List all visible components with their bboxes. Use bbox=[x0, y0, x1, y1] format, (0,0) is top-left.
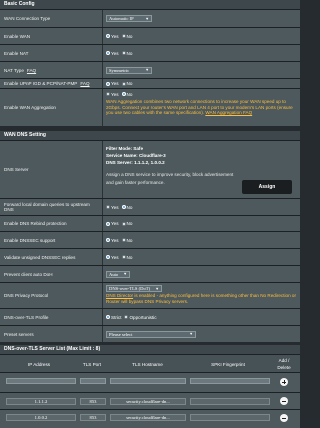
wan-aggregation-no-radio[interactable] bbox=[121, 92, 126, 96]
enable-nat-no-radio[interactable] bbox=[121, 51, 126, 55]
server-port-cell: 853 bbox=[80, 398, 106, 405]
upnp-faq-link[interactable]: FAQ bbox=[80, 81, 89, 86]
dns-server-label: DNS Server bbox=[4, 167, 29, 172]
server-hostname-cell: security.cloudflare-dn... bbox=[110, 414, 186, 421]
dot-profile-strict-radio[interactable] bbox=[106, 315, 110, 319]
dot-profile-label: DNS-over-TLS Profile bbox=[4, 314, 49, 320]
basic-config-header: Basic Config bbox=[0, 0, 300, 9]
forward-local-row: Forward local domain queries to upstream… bbox=[0, 198, 300, 215]
server-ip-cell: 1.0.0.2 bbox=[6, 414, 76, 421]
dnssec-yes-radio[interactable] bbox=[106, 238, 110, 242]
validate-dnssec-label: Validate unsigned DNSSEC replies bbox=[4, 254, 76, 260]
nat-type-label: NAT Type FAQ bbox=[4, 67, 37, 73]
ip-address-input[interactable] bbox=[6, 378, 76, 384]
server-spki-cell bbox=[190, 414, 270, 421]
tls-hostname-input[interactable] bbox=[110, 378, 186, 384]
server-add-row bbox=[0, 372, 300, 392]
enable-nat-yes-radio[interactable] bbox=[106, 51, 110, 55]
dnssec-no-radio[interactable] bbox=[121, 238, 126, 242]
wan-settings-page: Basic Config WAN Connection Type Automat… bbox=[0, 0, 300, 428]
server-ip-cell: 1.1.1.2 bbox=[6, 398, 76, 405]
prevent-doh-row: Prevent client auto DoH Auto ▼ bbox=[0, 265, 300, 282]
server-hostname-cell: security.cloudflare-dn... bbox=[110, 398, 186, 405]
upnp-no-radio[interactable] bbox=[121, 81, 126, 86]
enable-nat-label: Enable NAT bbox=[4, 50, 29, 56]
chevron-down-icon: ▼ bbox=[145, 16, 149, 21]
wan-connection-type-select[interactable]: Automatic IP ▼ bbox=[106, 15, 152, 22]
rebind-row: Enable DNS Rebind protection Yes No bbox=[0, 215, 300, 231]
chevron-down-icon: ▼ bbox=[189, 332, 193, 336]
dns-server-text: DNS Server: 1.1.1.2, 1.0.0.2 bbox=[106, 160, 165, 165]
enable-wan-label: Enable WAN bbox=[4, 33, 31, 39]
upnp-label: Enable UPnP IGD & PCP/NAT-PMP FAQ bbox=[4, 81, 90, 86]
wan-aggregation-note: WAN Aggregation combines two network con… bbox=[106, 99, 293, 116]
delete-server-icon[interactable] bbox=[280, 414, 288, 422]
filter-mode-text: Filter Mode: Safe bbox=[106, 146, 144, 151]
dns-server-row: DNS Server Filter Mode: Safe Service Nam… bbox=[0, 140, 300, 198]
wan-connection-type-label: WAN Connection Type bbox=[4, 16, 51, 21]
forward-local-no-radio[interactable] bbox=[121, 205, 126, 209]
enable-nat-row: Enable NAT Yes No bbox=[0, 44, 300, 61]
upnp-yes-radio[interactable] bbox=[106, 81, 110, 86]
enable-wan-yes-radio[interactable] bbox=[106, 34, 110, 38]
col-tls-port: TLS Port bbox=[82, 362, 102, 367]
col-add-delete: Add / Delete bbox=[277, 358, 291, 370]
service-name-text: Service Name: Cloudflare-3 bbox=[106, 153, 166, 158]
dot-profile-row: DNS-over-TLS Profile Strict Opportunisti… bbox=[0, 308, 300, 325]
nat-type-select[interactable]: Symmetric ▼ bbox=[106, 66, 152, 74]
server-spki-cell bbox=[190, 398, 270, 405]
preset-servers-select[interactable]: Please select ▼ bbox=[106, 330, 196, 338]
enable-wan-no-radio[interactable] bbox=[121, 34, 126, 38]
server-port-cell: 853 bbox=[80, 414, 106, 421]
chevron-down-icon: ▼ bbox=[155, 286, 159, 291]
server-list-columns: IP Address TLS Port TLS Hostname SPKI Fi… bbox=[0, 354, 300, 372]
privacy-protocol-label: DNS Privacy Protocol bbox=[4, 293, 49, 298]
validate-dnssec-row: Validate unsigned DNSSEC replies Yes No bbox=[0, 248, 300, 265]
wan-aggregation-label: Enable WAN Aggregation bbox=[4, 105, 56, 110]
wan-dns-header: WAN DNS Setting bbox=[0, 131, 300, 140]
col-ip-address: IP Address bbox=[27, 362, 51, 367]
preset-servers-label: Preset servers bbox=[4, 331, 34, 337]
preset-servers-row: Preset servers Please select ▼ bbox=[0, 325, 300, 342]
delete-server-icon[interactable] bbox=[280, 397, 288, 405]
wan-aggregation-faq-link[interactable]: WAN Aggregation FAQ bbox=[205, 110, 252, 115]
col-spki-fingerprint: SPKI Fingerprint bbox=[211, 362, 245, 367]
dot-profile-opportunistic-radio[interactable] bbox=[124, 315, 129, 319]
validate-dnssec-no-radio[interactable] bbox=[121, 255, 126, 259]
chevron-down-icon: ▼ bbox=[145, 68, 149, 72]
chevron-down-icon: ▼ bbox=[123, 272, 127, 276]
enable-wan-row: Enable WAN Yes No bbox=[0, 27, 300, 44]
rebind-yes-radio[interactable] bbox=[106, 221, 110, 226]
dnssec-label: Enable DNSSEC support bbox=[4, 237, 56, 243]
server-list-header: DNS-over-TLS Server List (Max Limit : 8) bbox=[0, 345, 300, 354]
tls-port-input[interactable] bbox=[80, 378, 106, 384]
col-tls-hostname: TLS Hostname bbox=[132, 362, 163, 367]
prevent-doh-select[interactable]: Auto ▼ bbox=[106, 270, 130, 278]
add-server-icon[interactable] bbox=[280, 378, 288, 386]
rebind-no-radio[interactable] bbox=[121, 221, 126, 226]
prevent-doh-label: Prevent client auto DoH bbox=[4, 271, 53, 277]
dns-director-link[interactable]: DNS Director bbox=[106, 293, 133, 298]
wan-aggregation-row: Enable WAN Aggregation Yes No WAN Aggreg… bbox=[0, 88, 300, 126]
wan-connection-type-row: WAN Connection Type Automatic IP ▼ bbox=[0, 9, 300, 27]
nat-type-faq-link[interactable]: FAQ bbox=[27, 68, 36, 73]
table-row: 1.0.0.2 853 security.cloudflare-dn... bbox=[0, 409, 300, 428]
forward-local-label: Forward local domain queries to upstream… bbox=[4, 201, 90, 213]
wan-aggregation-yes-radio[interactable] bbox=[106, 92, 110, 96]
validate-dnssec-yes-radio[interactable] bbox=[106, 255, 110, 259]
table-row: 1.1.1.2 853 security.cloudflare-dn... bbox=[0, 392, 300, 409]
upnp-row: Enable UPnP IGD & PCP/NAT-PMP FAQ Yes No bbox=[0, 78, 300, 88]
dnssec-row: Enable DNSSEC support Yes No bbox=[0, 231, 300, 248]
privacy-protocol-select[interactable]: DNS-over-TLS (DoT) ▼ bbox=[106, 285, 162, 292]
nat-type-row: NAT Type FAQ Symmetric ▼ bbox=[0, 61, 300, 78]
rebind-label: Enable DNS Rebind protection bbox=[4, 221, 67, 226]
forward-local-yes-radio[interactable] bbox=[106, 205, 110, 209]
assign-button[interactable]: Assign bbox=[242, 180, 292, 194]
spki-fingerprint-input[interactable] bbox=[190, 378, 270, 384]
privacy-protocol-row: DNS Privacy Protocol DNS-over-TLS (DoT) ▼… bbox=[0, 282, 300, 308]
privacy-protocol-note: DNS Director is enabled - anything confi… bbox=[106, 293, 296, 304]
assign-note: Assign a DNS service to improve security… bbox=[106, 172, 234, 185]
